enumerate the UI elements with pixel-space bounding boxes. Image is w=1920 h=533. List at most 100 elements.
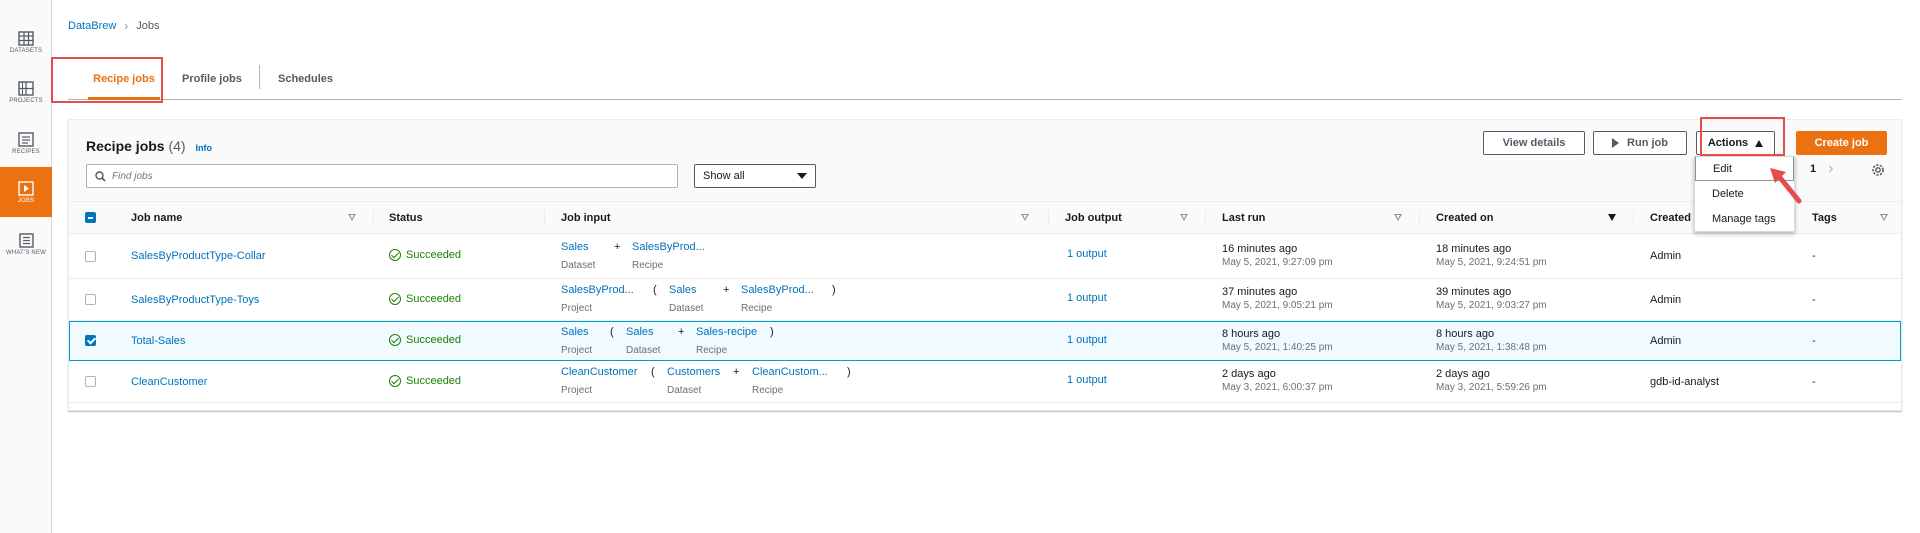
list-icon xyxy=(18,131,34,147)
input-dataset-link[interactable]: Sales xyxy=(669,284,697,296)
table-row[interactable]: CleanCustomer Succeeded CleanCustomer Pr… xyxy=(69,361,1901,403)
created-by: Admin xyxy=(1650,250,1682,262)
col-job-name[interactable]: Job name xyxy=(131,202,182,234)
last-run-relative: 16 minutes ago xyxy=(1222,243,1298,255)
input-paren-close: ) xyxy=(847,366,851,378)
created-on-relative: 2 days ago xyxy=(1436,368,1490,380)
row-checkbox[interactable] xyxy=(85,294,96,305)
job-name-link[interactable]: SalesByProductType-Collar xyxy=(131,250,266,262)
created-on-timestamp: May 3, 2021, 5:59:26 pm xyxy=(1436,382,1547,393)
input-project-link[interactable]: CleanCustomer xyxy=(561,366,637,378)
nav-projects[interactable]: PROJECTS xyxy=(0,67,52,117)
col-status[interactable]: Status xyxy=(389,202,423,234)
row-checkbox[interactable] xyxy=(85,335,96,346)
sort-icon[interactable] xyxy=(348,214,356,221)
chevron-right-icon[interactable]: › xyxy=(1828,160,1833,178)
job-count: (4) xyxy=(168,138,186,154)
nav-datasets[interactable]: DATASETS xyxy=(0,17,52,67)
output-link[interactable]: 1 output xyxy=(1067,334,1107,346)
input-dataset-link[interactable]: Customers xyxy=(667,366,720,378)
col-job-input[interactable]: Job input xyxy=(561,202,611,234)
column-divider xyxy=(1205,210,1206,226)
run-job-button[interactable]: Run job xyxy=(1593,131,1687,155)
tags-value: - xyxy=(1812,376,1816,388)
play-icon xyxy=(18,180,34,196)
breadcrumb-current: Jobs xyxy=(136,20,160,32)
arrow-annotation-icon xyxy=(1770,168,1802,204)
input-project-label: Project xyxy=(561,303,593,314)
table-row-selected[interactable]: Total-Sales Succeeded Sales Project ( Sa… xyxy=(69,321,1901,361)
nav-label: WHAT'S NEW xyxy=(5,249,47,256)
tab-profile-jobs[interactable]: Profile jobs xyxy=(182,59,242,99)
table-icon xyxy=(18,30,34,46)
col-tags[interactable]: Tags xyxy=(1812,202,1837,234)
sort-icon[interactable] xyxy=(1880,214,1888,221)
search-box[interactable] xyxy=(86,164,678,188)
input-dataset-link[interactable]: Sales xyxy=(561,241,589,253)
last-run-timestamp: May 3, 2021, 6:00:37 pm xyxy=(1222,382,1333,393)
created-by: Admin xyxy=(1650,335,1682,347)
status-badge: Succeeded xyxy=(389,375,461,387)
col-created-on[interactable]: Created on xyxy=(1436,202,1493,234)
created-on-timestamp: May 5, 2021, 9:24:51 pm xyxy=(1436,257,1547,268)
tab-bar: Recipe jobs Profile jobs Schedules xyxy=(68,59,1902,100)
sort-icon[interactable] xyxy=(1394,214,1402,221)
col-created-by[interactable]: Created xyxy=(1650,202,1691,234)
nav-label: RECIPES xyxy=(12,148,40,155)
actions-label: Actions xyxy=(1707,137,1749,149)
output-link[interactable]: 1 output xyxy=(1067,374,1107,386)
col-last-run[interactable]: Last run xyxy=(1222,202,1265,234)
col-job-output[interactable]: Job output xyxy=(1065,202,1122,234)
menu-item-manage-tags[interactable]: Manage tags xyxy=(1695,207,1794,231)
select-all-checkbox[interactable] xyxy=(85,212,96,223)
newspaper-icon xyxy=(19,232,34,248)
input-recipe-link[interactable]: SalesByProd... xyxy=(741,284,814,296)
filter-value: Show all xyxy=(703,170,745,182)
input-recipe-link[interactable]: Sales-recipe xyxy=(696,326,757,338)
input-recipe-label: Recipe xyxy=(696,345,728,356)
input-project-link[interactable]: Sales xyxy=(561,326,589,338)
panel-title: Recipe jobs (4) Info xyxy=(86,138,212,154)
tab-recipe-jobs[interactable]: Recipe jobs xyxy=(88,59,160,100)
job-name-link[interactable]: Total-Sales xyxy=(131,335,185,347)
job-name-link[interactable]: SalesByProductType-Toys xyxy=(131,294,259,306)
input-dataset-label: Dataset xyxy=(667,385,702,396)
view-details-button[interactable]: View details xyxy=(1483,131,1585,155)
gear-icon[interactable] xyxy=(1871,163,1885,177)
filter-select[interactable]: Show all xyxy=(694,164,816,188)
row-checkbox[interactable] xyxy=(85,251,96,262)
page-number[interactable]: 1 xyxy=(1810,163,1816,175)
search-input[interactable] xyxy=(112,170,662,182)
sort-icon[interactable] xyxy=(1021,214,1029,221)
tab-schedules[interactable]: Schedules xyxy=(278,59,333,99)
input-paren-close: ) xyxy=(770,326,774,338)
status-badge: Succeeded xyxy=(389,293,461,305)
check-circle-icon xyxy=(389,293,401,305)
pagination: 1 › xyxy=(1810,160,1833,178)
input-recipe-link[interactable]: CleanCustom... xyxy=(752,366,828,378)
create-job-button[interactable]: Create job xyxy=(1796,131,1887,155)
nav-recipes[interactable]: RECIPES xyxy=(0,118,52,168)
info-link[interactable]: Info xyxy=(196,143,213,153)
recipe-jobs-panel: Recipe jobs (4) Info Show all View detai… xyxy=(68,119,1902,411)
last-run-timestamp: May 5, 2021, 9:05:21 pm xyxy=(1222,300,1333,311)
tab-divider xyxy=(259,65,260,89)
row-checkbox[interactable] xyxy=(85,376,96,387)
input-project-link[interactable]: SalesByProd... xyxy=(561,284,634,296)
breadcrumb-databrew[interactable]: DataBrew xyxy=(68,20,116,32)
input-recipe-label: Recipe xyxy=(741,303,773,314)
input-paren-open: ( xyxy=(610,326,614,338)
output-link[interactable]: 1 output xyxy=(1067,248,1107,260)
input-dataset-link[interactable]: Sales xyxy=(626,326,654,338)
check-circle-icon xyxy=(389,334,401,346)
table-row[interactable]: SalesByProductType-Toys Succeeded SalesB… xyxy=(69,279,1901,321)
sort-icon[interactable] xyxy=(1180,214,1188,221)
table-row[interactable]: SalesByProductType-Collar Succeeded Sale… xyxy=(69,234,1901,279)
nav-whats-new[interactable]: WHAT'S NEW xyxy=(0,219,52,269)
job-name-link[interactable]: CleanCustomer xyxy=(131,376,207,388)
nav-jobs[interactable]: JOBS xyxy=(0,167,52,217)
input-recipe-link[interactable]: SalesByProd... xyxy=(632,241,705,253)
output-link[interactable]: 1 output xyxy=(1067,292,1107,304)
actions-button[interactable]: Actions xyxy=(1696,131,1775,155)
sort-down-icon[interactable] xyxy=(1608,214,1616,221)
